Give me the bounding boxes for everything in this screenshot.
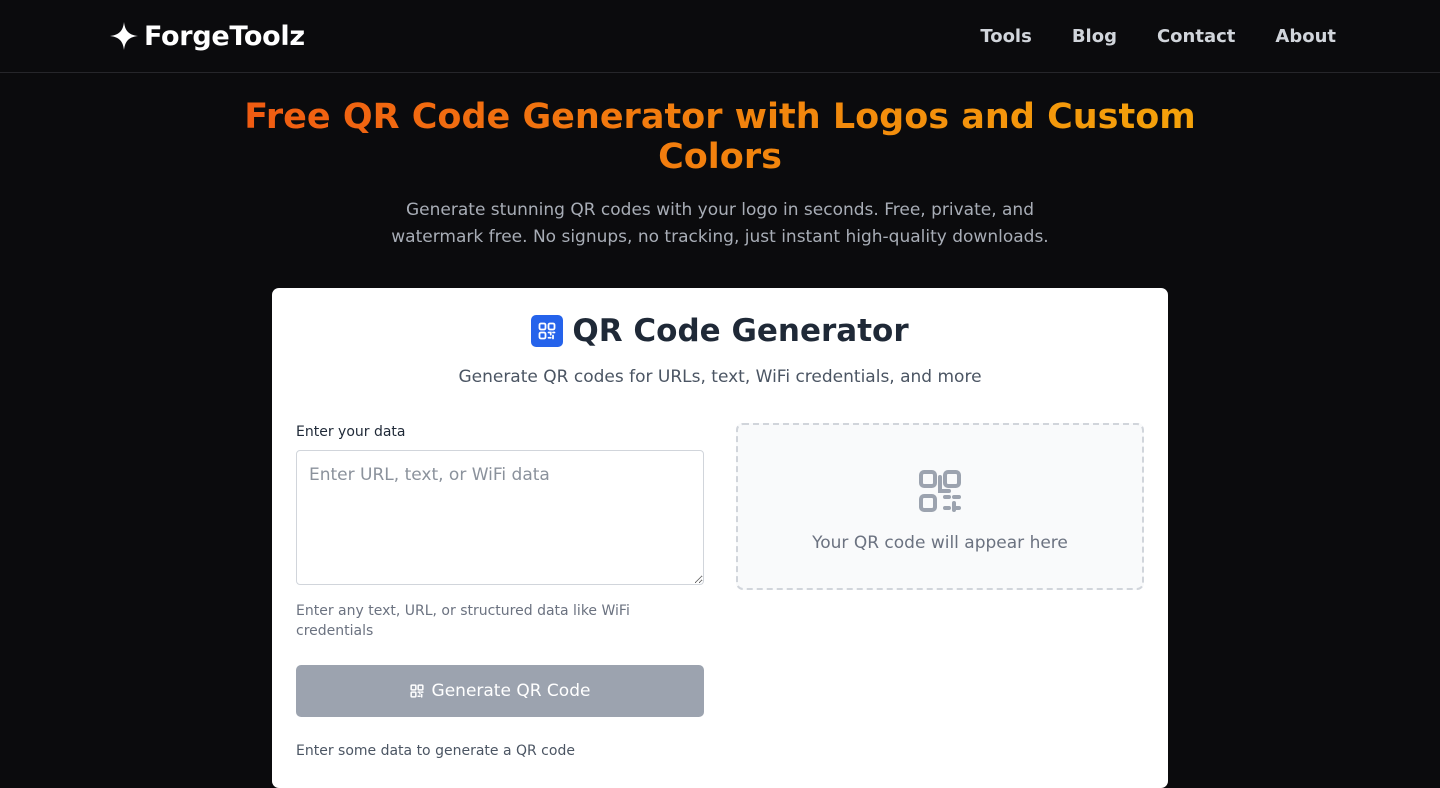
qr-code-icon [919,469,961,512]
nav-link-blog[interactable]: Blog [1072,26,1117,47]
qr-preview-placeholder: Your QR code will appear here [812,532,1068,553]
qr-preview-area: Your QR code will appear here [736,423,1144,590]
brand-name: ForgeToolz [144,20,305,52]
input-column: Enter your data Enter any text, URL, or … [296,424,704,759]
qr-code-icon [409,684,424,698]
status-message: Enter some data to generate a QR code [296,743,575,759]
page-subtitle: Generate stunning QR codes with your log… [391,200,1049,247]
nav-link-contact[interactable]: Contact [1157,26,1235,47]
brand-logo[interactable]: ForgeToolz [108,20,305,52]
card-header: QR Code Generator Generate QR codes for … [272,288,1168,387]
top-navbar: ForgeToolz Tools Blog Contact About [0,0,1440,73]
nav-links: Tools Blog Contact About [980,26,1336,47]
data-input-label: Enter your data [296,424,406,440]
nav-link-about[interactable]: About [1275,26,1336,47]
qr-generator-card: QR Code Generator Generate QR codes for … [272,288,1168,788]
generate-qr-button[interactable]: Generate QR Code [296,665,704,717]
page-title: Free QR Code Generator with Logos and Cu… [220,97,1220,177]
qr-code-icon [531,315,564,347]
tool-subtitle: Generate QR codes for URLs, text, WiFi c… [458,367,982,387]
data-input[interactable] [296,450,704,585]
tool-title: QR Code Generator [531,313,909,349]
hero-section: Free QR Code Generator with Logos and Cu… [0,73,1440,251]
input-helper-text: Enter any text, URL, or structured data … [296,603,630,639]
generate-qr-button-label: Generate QR Code [431,681,591,701]
sparkle-icon [110,22,138,50]
nav-link-tools[interactable]: Tools [980,26,1032,47]
tool-title-text: QR Code Generator [572,313,909,349]
